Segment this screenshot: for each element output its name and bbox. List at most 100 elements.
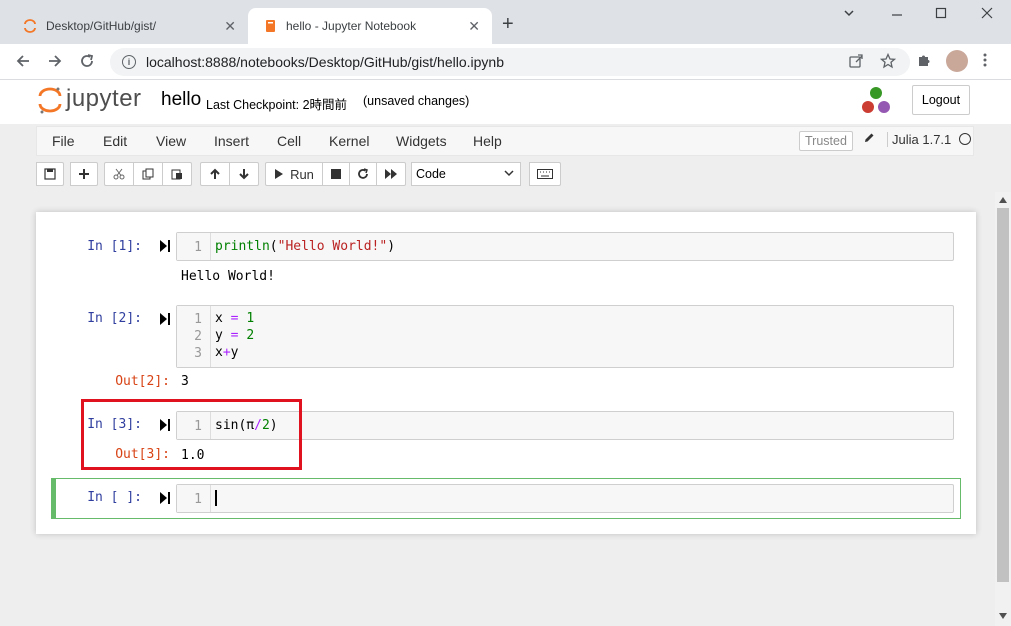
reload-icon[interactable] xyxy=(78,52,96,73)
menu-help[interactable]: Help xyxy=(473,133,502,149)
annotation-highlight-box xyxy=(81,399,302,470)
notebook-scroll-area: In [1]: 1 println("Hello World!") Hello … xyxy=(0,192,995,626)
tab-title: hello - Jupyter Notebook xyxy=(286,19,417,33)
menu-kernel[interactable]: Kernel xyxy=(329,133,369,149)
menu-insert[interactable]: Insert xyxy=(214,133,249,149)
run-cell-icon[interactable] xyxy=(160,492,170,507)
notebook-name[interactable]: hello xyxy=(161,89,201,111)
move-down-button[interactable] xyxy=(229,162,259,186)
out-prompt: Out[2]: xyxy=(115,374,170,389)
scroll-down-arrow-icon[interactable] xyxy=(999,612,1007,621)
code-cell-input[interactable]: 1 println("Hello World!") xyxy=(176,232,954,261)
forward-icon[interactable] xyxy=(46,52,64,73)
code-cell-input[interactable]: 1 2 3 x = 1 y = 2 x+y xyxy=(176,305,954,368)
tab-search-chevron-icon[interactable] xyxy=(842,6,856,23)
copy-button[interactable] xyxy=(133,162,163,186)
run-cell-icon[interactable] xyxy=(160,240,170,255)
julia-kernel-logo-icon xyxy=(860,86,892,116)
scrollbar-thumb[interactable] xyxy=(997,208,1009,582)
line-number: 1 xyxy=(194,312,202,327)
scissors-icon xyxy=(113,168,125,180)
chevron-down-icon xyxy=(504,168,514,181)
jupyter-logo[interactable]: jupyter xyxy=(38,84,142,114)
restart-icon xyxy=(358,168,368,179)
checkpoint-status: Last Checkpoint: 2時間前 xyxy=(206,98,348,112)
back-icon[interactable] xyxy=(14,52,32,73)
arrow-up-icon xyxy=(210,168,220,179)
cut-button[interactable] xyxy=(104,162,134,186)
keyboard-icon xyxy=(537,169,553,179)
jupyter-header: jupyter hello Last Checkpoint: 2時間前 (uns… xyxy=(0,80,1011,124)
site-info-icon[interactable]: i xyxy=(122,55,136,69)
browser-menu-icon[interactable] xyxy=(982,52,988,73)
menu-view[interactable]: View xyxy=(156,133,186,149)
code-line: x+y xyxy=(215,345,239,360)
omnibox-actions xyxy=(848,52,897,73)
maximize-icon[interactable] xyxy=(934,6,948,23)
trusted-indicator[interactable]: Trusted xyxy=(799,131,853,151)
interrupt-button[interactable] xyxy=(322,162,350,186)
menu-widgets[interactable]: Widgets xyxy=(396,133,447,149)
line-number: 3 xyxy=(194,346,202,361)
url-text: localhost:8888/notebooks/Desktop/GitHub/… xyxy=(146,54,504,70)
cell-prompt: In [ ]: xyxy=(87,490,142,505)
logout-button[interactable]: Logout xyxy=(912,85,970,115)
unsaved-changes-label: (unsaved changes) xyxy=(363,94,470,108)
paste-button[interactable] xyxy=(162,162,192,186)
save-icon xyxy=(44,168,56,180)
code-line: y = 2 xyxy=(215,328,255,343)
cell-prompt: In [2]: xyxy=(87,311,142,326)
restart-run-all-button[interactable] xyxy=(376,162,406,186)
move-up-button[interactable] xyxy=(200,162,230,186)
close-tab-icon[interactable]: ✕ xyxy=(224,18,236,35)
insert-cell-button[interactable] xyxy=(70,162,98,186)
browser-tab-strip: Desktop/GitHub/gist/ ✕ hello - Jupyter N… xyxy=(0,0,1011,44)
fast-forward-icon xyxy=(385,169,397,179)
browser-tab-file-tree[interactable]: Desktop/GitHub/gist/ ✕ xyxy=(8,8,248,44)
line-number: 1 xyxy=(194,240,202,255)
profile-avatar[interactable] xyxy=(946,50,968,72)
new-tab-icon[interactable]: + xyxy=(502,14,514,34)
url-field[interactable]: i localhost:8888/notebooks/Desktop/GitHu… xyxy=(110,48,910,76)
command-palette-button[interactable] xyxy=(529,162,561,186)
kernel-idle-indicator-icon xyxy=(959,133,971,145)
browser-tab-notebook[interactable]: hello - Jupyter Notebook ✕ xyxy=(248,8,492,44)
run-label: Run xyxy=(290,166,314,182)
copy-icon xyxy=(142,168,154,180)
address-bar: i localhost:8888/notebooks/Desktop/GitHu… xyxy=(0,44,1011,80)
close-window-icon[interactable] xyxy=(980,6,994,23)
extensions-puzzle-icon[interactable] xyxy=(916,52,932,73)
notebook-toolbar: Run Code xyxy=(36,159,974,189)
menu-edit[interactable]: Edit xyxy=(103,133,127,149)
plus-icon xyxy=(79,169,89,179)
code-cell-input[interactable]: 1 xyxy=(176,484,954,513)
jupyter-logo-icon xyxy=(38,84,62,114)
line-gutter: 1 2 3 xyxy=(177,306,211,367)
kernel-name[interactable]: Julia 1.7.1 xyxy=(887,132,951,147)
cell-prompt: In [1]: xyxy=(87,239,142,254)
run-button[interactable]: Run xyxy=(265,162,323,186)
jupyter-favicon-icon xyxy=(22,18,38,34)
cell-type-select[interactable]: Code xyxy=(411,162,521,186)
scroll-up-arrow-icon[interactable] xyxy=(999,196,1007,205)
save-button[interactable] xyxy=(36,162,64,186)
minimize-icon[interactable] xyxy=(890,6,904,23)
cell-output: 3 xyxy=(181,374,189,389)
bookmark-star-icon[interactable] xyxy=(879,52,897,73)
line-gutter: 1 xyxy=(177,485,211,512)
restart-button[interactable] xyxy=(349,162,377,186)
stop-icon xyxy=(331,169,341,179)
menu-file[interactable]: File xyxy=(52,133,75,149)
arrow-down-icon xyxy=(239,169,249,180)
notebook-favicon-icon xyxy=(262,18,278,34)
close-tab-icon[interactable]: ✕ xyxy=(468,18,480,35)
tab-title: Desktop/GitHub/gist/ xyxy=(46,19,157,33)
run-cell-icon[interactable] xyxy=(160,313,170,328)
menu-cell[interactable]: Cell xyxy=(277,133,301,149)
notebook-container: In [1]: 1 println("Hello World!") Hello … xyxy=(36,212,976,534)
share-icon[interactable] xyxy=(848,54,868,73)
line-number: 2 xyxy=(194,329,202,344)
code-line: println("Hello World!") xyxy=(215,239,396,254)
line-number: 1 xyxy=(194,492,202,507)
vertical-scrollbar[interactable] xyxy=(995,192,1011,626)
